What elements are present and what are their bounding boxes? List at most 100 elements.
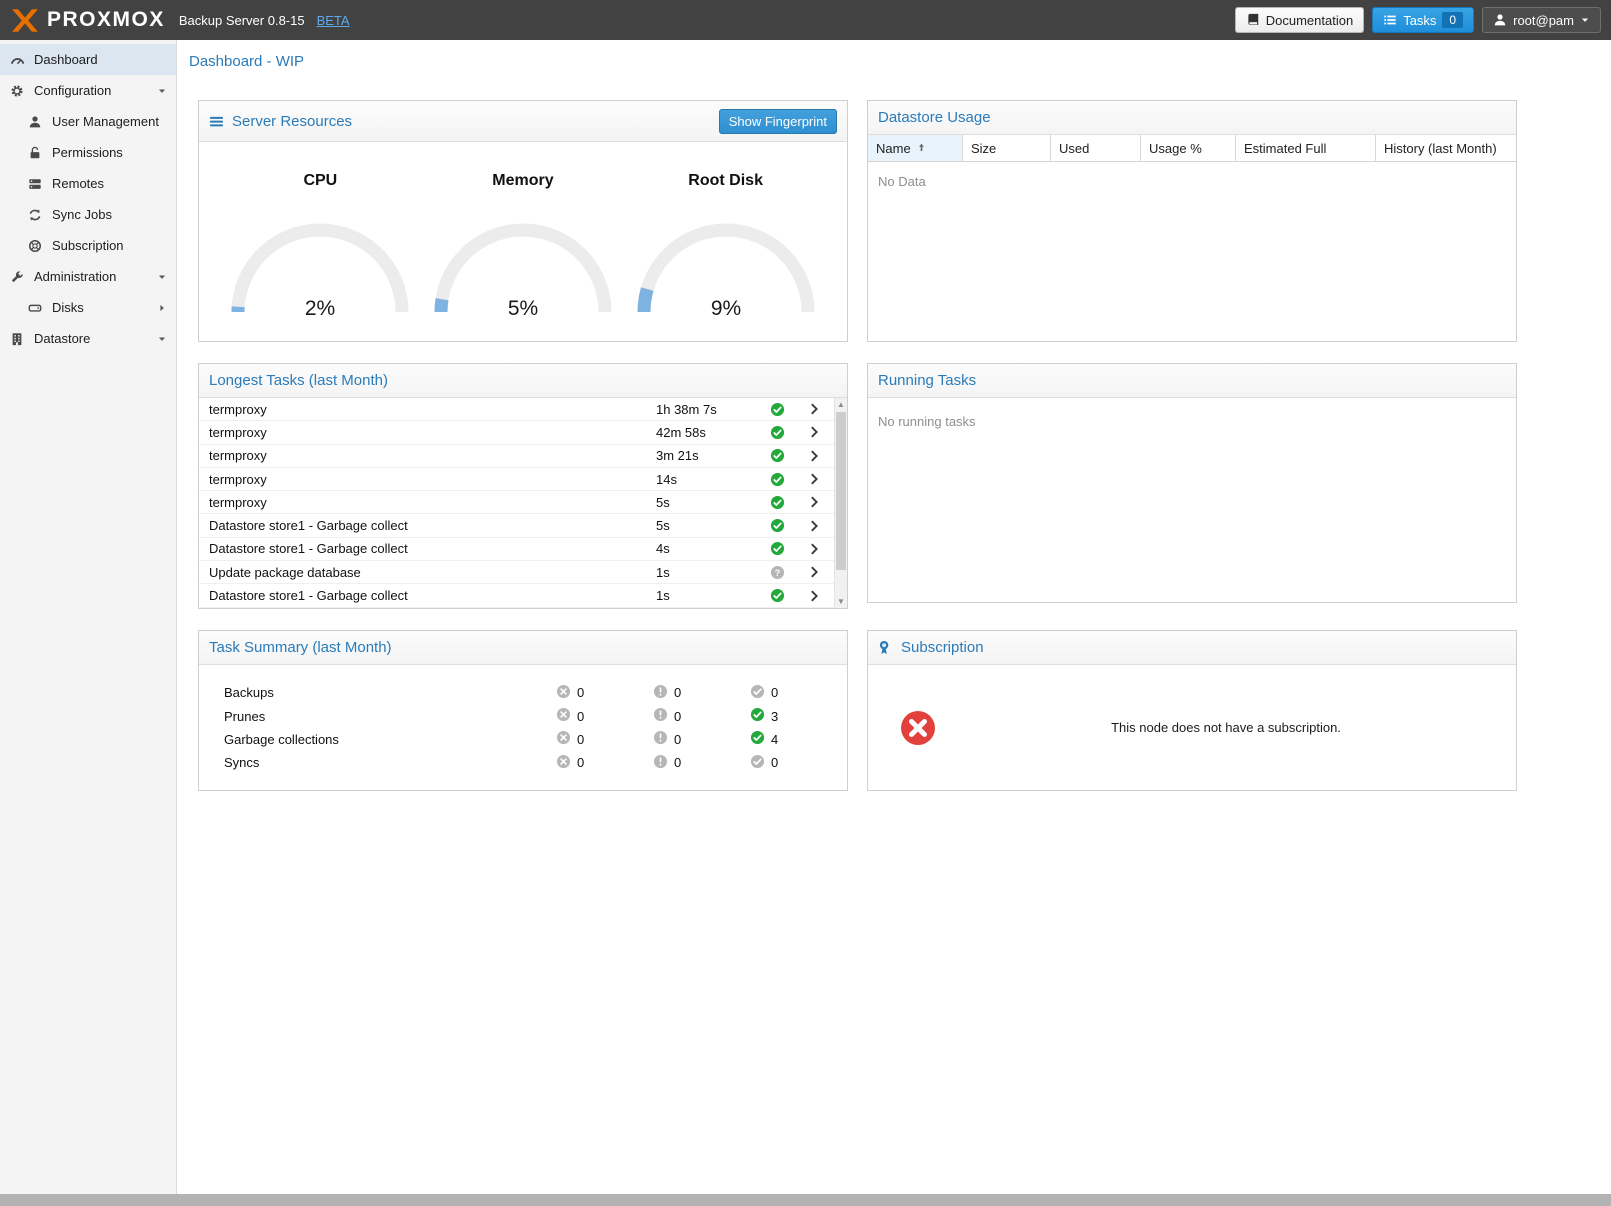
- gauge-label: CPU: [223, 172, 418, 190]
- bars-icon: [209, 114, 224, 129]
- task-status-ok-icon: [761, 495, 794, 510]
- task-summary-header: Task Summary (last Month): [199, 631, 847, 665]
- sidebar-item-user-management[interactable]: User Management: [0, 106, 176, 137]
- documentation-button[interactable]: Documentation: [1235, 7, 1364, 33]
- column-label: Estimated Full: [1244, 141, 1326, 156]
- show-fingerprint-button[interactable]: Show Fingerprint: [719, 109, 837, 134]
- column-header-estimated-full[interactable]: Estimated Full: [1236, 135, 1376, 161]
- task-status-ok-icon: [761, 541, 794, 556]
- scrollbar-thumb[interactable]: [836, 412, 846, 570]
- proxmox-logo-icon: [10, 8, 40, 33]
- brand-name: PROXMOX: [47, 8, 165, 32]
- task-row[interactable]: Update package database1s?: [199, 561, 834, 584]
- lifering-icon: [27, 239, 43, 253]
- user-menu-button[interactable]: root@pam: [1482, 7, 1601, 33]
- column-header-usage[interactable]: Usage %: [1141, 135, 1236, 161]
- task-row[interactable]: Datastore store1 - Garbage collect5s: [199, 514, 834, 537]
- gauge-cpu: CPU 2%: [223, 172, 418, 323]
- sidebar-item-label: Configuration: [34, 83, 148, 98]
- sidebar-item-dashboard[interactable]: Dashboard: [0, 44, 176, 75]
- task-status-ok-icon: [761, 472, 794, 487]
- ok-count-icon: [750, 730, 765, 748]
- tasks-count-badge: 0: [1442, 12, 1463, 28]
- task-status-ok-icon: [761, 518, 794, 533]
- task-list-icon: [1383, 13, 1397, 27]
- beta-link[interactable]: BETA: [317, 13, 350, 28]
- sidebar-item-label: Permissions: [52, 145, 167, 160]
- task-row[interactable]: termproxy14s: [199, 468, 834, 491]
- warning-count-icon: [653, 707, 668, 725]
- sidebar-item-disks[interactable]: Disks: [0, 292, 176, 323]
- task-duration: 14s: [656, 472, 761, 487]
- chevron-down-icon[interactable]: [157, 334, 167, 344]
- open-task-chevron-icon[interactable]: [794, 542, 834, 556]
- tasks-button[interactable]: Tasks 0: [1372, 7, 1474, 33]
- sidebar-item-sync-jobs[interactable]: Sync Jobs: [0, 199, 176, 230]
- sidebar-item-permissions[interactable]: Permissions: [0, 137, 176, 168]
- datastore-usage-panel: Datastore Usage NameSizeUsedUsage % Estim…: [867, 100, 1517, 342]
- chevron-right-icon[interactable]: [157, 303, 167, 313]
- summary-row-garbage-collections: Garbage collections004: [199, 728, 847, 751]
- datastore-usage-header-row: NameSizeUsedUsage % Estimated Full History…: [868, 135, 1516, 162]
- ok-count: 3: [771, 709, 778, 724]
- longest-tasks-body: termproxy1h 38m 7stermproxy42m 58stermpr…: [199, 398, 847, 608]
- scroll-down-icon[interactable]: ▼: [835, 595, 847, 608]
- sidebar-item-administration[interactable]: Administration: [0, 261, 176, 292]
- product-version: Backup Server 0.8-15: [179, 13, 305, 28]
- open-task-chevron-icon[interactable]: [794, 565, 834, 579]
- column-header-name[interactable]: Name: [868, 135, 963, 161]
- sidebar-item-datastore[interactable]: Datastore: [0, 323, 176, 354]
- open-task-chevron-icon[interactable]: [794, 449, 834, 463]
- unlock-icon: [27, 146, 43, 160]
- open-task-chevron-icon[interactable]: [794, 472, 834, 486]
- task-row[interactable]: termproxy1h 38m 7s: [199, 398, 834, 421]
- svg-text:2%: 2%: [305, 297, 335, 320]
- running-tasks-panel: Running Tasks No running tasks: [867, 363, 1517, 603]
- task-duration: 1h 38m 7s: [656, 402, 761, 417]
- window-bottom-bar: [0, 1194, 1611, 1206]
- task-duration: 5s: [656, 495, 761, 510]
- task-row[interactable]: Datastore store1 - Garbage collect4s: [199, 538, 834, 561]
- task-status-ok-icon: [761, 448, 794, 463]
- gauges-row: CPU2%Memory5%Root Disk9%: [199, 142, 847, 323]
- sidebar-item-subscription[interactable]: Subscription: [0, 230, 176, 261]
- column-header-history-last-month[interactable]: History (last Month): [1376, 135, 1516, 161]
- svg-text:9%: 9%: [710, 297, 740, 320]
- open-task-chevron-icon[interactable]: [794, 425, 834, 439]
- task-row[interactable]: termproxy3m 21s: [199, 445, 834, 468]
- datastore-usage-header: Datastore Usage: [868, 101, 1516, 135]
- ok-count-icon: [750, 684, 765, 702]
- error-count: 0: [577, 685, 584, 700]
- task-duration: 4s: [656, 541, 761, 556]
- gauge-label: Memory: [425, 172, 620, 190]
- sidebar-item-configuration[interactable]: Configuration: [0, 75, 176, 106]
- refresh-icon: [27, 208, 43, 222]
- task-row[interactable]: termproxy42m 58s: [199, 421, 834, 444]
- proxmox-logo: PROXMOX: [10, 8, 165, 33]
- server-resources-title: Server Resources: [232, 113, 352, 130]
- task-name: Datastore store1 - Garbage collect: [209, 588, 656, 603]
- task-row[interactable]: Datastore store1 - Garbage collect1s: [199, 584, 834, 607]
- user-icon: [27, 115, 43, 129]
- vertical-scrollbar[interactable]: ▲ ▼: [834, 398, 847, 608]
- task-name: termproxy: [209, 495, 656, 510]
- column-header-used[interactable]: Used: [1051, 135, 1141, 161]
- sidebar-item-remotes[interactable]: Remotes: [0, 168, 176, 199]
- open-task-chevron-icon[interactable]: [794, 589, 834, 603]
- error-count-icon: [556, 730, 571, 748]
- chevron-down-icon[interactable]: [157, 86, 167, 96]
- task-row[interactable]: termproxy5s: [199, 491, 834, 514]
- book-icon: [1246, 13, 1260, 27]
- running-tasks-empty: No running tasks: [868, 398, 1516, 441]
- scroll-up-icon[interactable]: ▲: [835, 398, 847, 411]
- open-task-chevron-icon[interactable]: [794, 402, 834, 416]
- running-tasks-title: Running Tasks: [878, 372, 976, 389]
- column-header-size[interactable]: Size: [963, 135, 1051, 161]
- server-resources-header: Server Resources Show Fingerprint: [199, 101, 847, 142]
- error-count: 0: [577, 755, 584, 770]
- chevron-down-icon[interactable]: [157, 272, 167, 282]
- open-task-chevron-icon[interactable]: [794, 519, 834, 533]
- open-task-chevron-icon[interactable]: [794, 495, 834, 509]
- subscription-title: Subscription: [901, 639, 984, 656]
- datastore-usage-title: Datastore Usage: [878, 109, 991, 126]
